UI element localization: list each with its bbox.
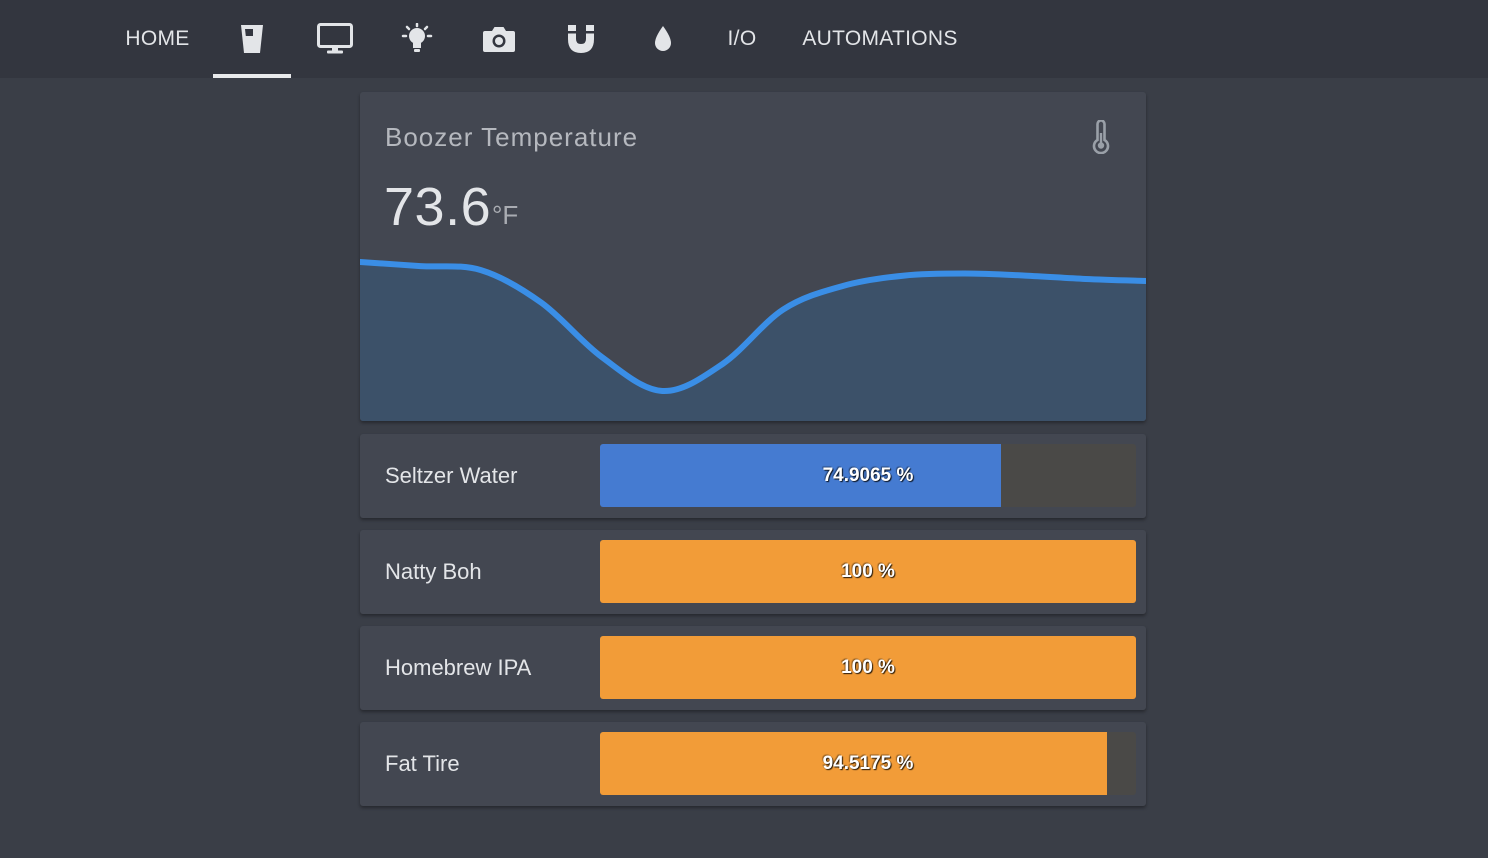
level-percent: 100 % — [841, 560, 895, 582]
tab-lights[interactable] — [379, 0, 455, 78]
tab-io[interactable]: I/O — [712, 0, 772, 78]
tab-water[interactable] — [625, 0, 701, 78]
glass-icon — [240, 24, 264, 54]
level-row: Fat Tire 94.5175 % — [360, 722, 1146, 806]
chart-area — [360, 262, 1146, 421]
level-row: Natty Boh 100 % — [360, 530, 1146, 614]
level-bar[interactable]: 100 % — [600, 540, 1136, 603]
tab-drinks[interactable] — [213, 0, 291, 78]
tab-io-label: I/O — [727, 27, 757, 50]
water-drop-icon — [651, 24, 675, 54]
top-nav-bar: HOME I/O AUTOMATIONS — [0, 0, 1488, 78]
level-percent: 74.9065 % — [822, 464, 914, 486]
magnet-icon — [565, 24, 597, 54]
level-name: Homebrew IPA — [385, 655, 532, 680]
temperature-sensor-card[interactable]: Boozer Temperature 73.6 °F — [360, 92, 1146, 421]
level-percent: 100 % — [841, 656, 895, 678]
level-row: Seltzer Water 74.9065 % — [360, 434, 1146, 518]
thermometer-icon — [1091, 119, 1111, 159]
level-percent: 94.5175 % — [822, 752, 914, 774]
level-name: Seltzer Water — [385, 463, 518, 488]
sensor-value: 73.6 — [384, 177, 492, 237]
tab-media[interactable] — [297, 0, 373, 78]
lightbulb-icon — [398, 23, 436, 55]
tab-camera[interactable] — [461, 0, 537, 78]
sensor-title: Boozer Temperature — [385, 122, 639, 152]
monitor-icon — [317, 23, 353, 55]
tab-automations[interactable]: AUTOMATIONS — [788, 0, 972, 78]
level-name: Fat Tire — [385, 751, 460, 776]
level-bar[interactable]: 74.9065 % — [600, 444, 1136, 507]
camera-icon — [482, 25, 516, 53]
tab-automations-label: AUTOMATIONS — [802, 27, 958, 50]
sensor-unit: °F — [492, 200, 519, 230]
level-name: Natty Boh — [385, 559, 482, 584]
temperature-history-chart — [360, 259, 1146, 421]
tab-home[interactable]: HOME — [113, 0, 202, 78]
level-bar[interactable]: 94.5175 % — [600, 732, 1136, 795]
tab-sensors[interactable] — [543, 0, 619, 78]
level-bar[interactable]: 100 % — [600, 636, 1136, 699]
tab-home-label: HOME — [125, 27, 190, 50]
level-row: Homebrew IPA 100 % — [360, 626, 1146, 710]
